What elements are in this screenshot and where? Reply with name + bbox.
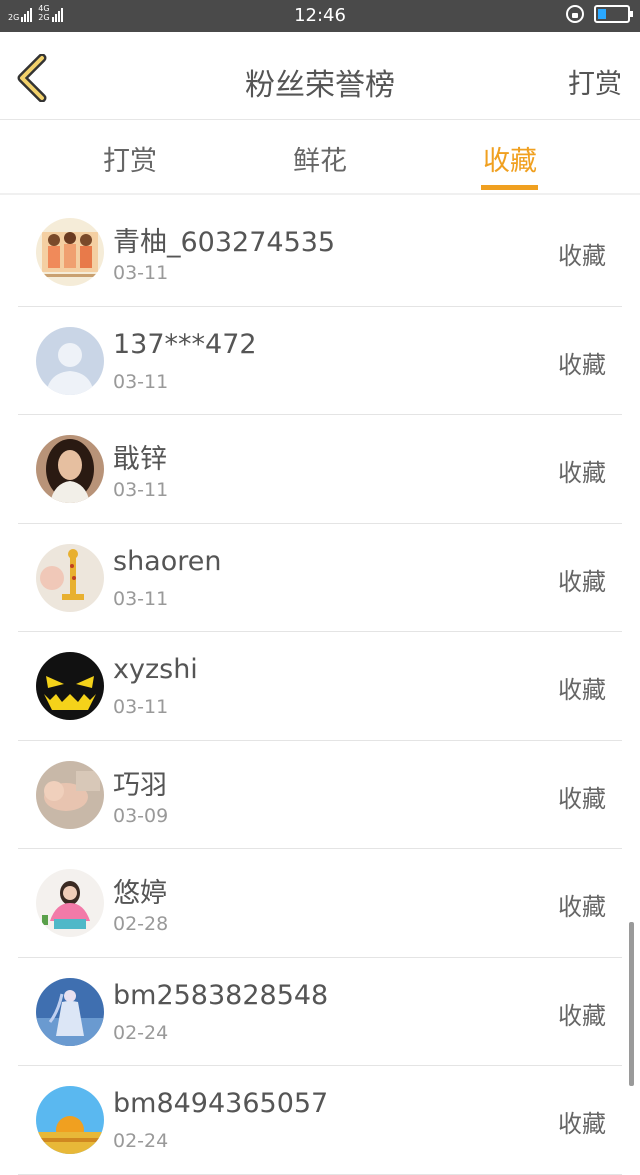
favorite-label: 收藏 [558, 893, 606, 921]
fan-name: bm8494365057 [113, 1088, 329, 1119]
favorite-label: 收藏 [558, 350, 606, 379]
baby-photo-avatar [36, 760, 104, 829]
fan-name: xyzshi [113, 654, 198, 685]
fan-name: 悠婷 [113, 878, 167, 909]
list-item[interactable]: 巧羽 03-09 收藏 [18, 741, 622, 849]
battery-level [598, 9, 606, 19]
reward-button[interactable]: 打赏 [568, 62, 622, 101]
fan-name: shaoren [113, 545, 222, 577]
sunset-avatar [36, 1086, 104, 1154]
favorite-label: 收藏 [558, 784, 606, 813]
battery-icon [594, 5, 633, 23]
default-person-avatar [36, 326, 104, 395]
fan-date: 02-24 [113, 1021, 169, 1044]
scrollbar[interactable] [629, 922, 634, 1086]
list-item[interactable]: 137***472 03-11 收藏 [18, 307, 622, 415]
fan-date: 02-24 [113, 1130, 169, 1152]
pumpkin-face-avatar [36, 652, 104, 720]
fan-list: 青柚_603274535 03-11 收藏 137***472 03-11 收藏… [0, 198, 640, 1175]
fan-date: 03-11 [113, 262, 169, 284]
fan-name: 青柚_603274535 [113, 227, 336, 258]
favorite-label: 收藏 [558, 676, 606, 704]
list-item[interactable]: 悠婷 02-28 收藏 [18, 849, 622, 958]
list-item[interactable]: xyzshi 03-11 收藏 [18, 632, 622, 741]
woman-portrait-avatar [36, 435, 104, 503]
tab-bar: 打赏 鲜花 收藏 [0, 121, 640, 195]
list-item[interactable]: shaoren 03-11 收藏 [18, 524, 622, 632]
list-item[interactable]: 青柚_603274535 03-11 收藏 [18, 198, 622, 307]
list-item[interactable]: bm8494365057 02-24 收藏 [18, 1066, 622, 1175]
app-header: 粉丝荣誉榜 打赏 [0, 32, 640, 120]
page-title: 粉丝荣誉榜 [245, 68, 395, 103]
fan-date: 03-11 [113, 587, 169, 610]
favorite-label: 收藏 [558, 567, 606, 596]
list-item[interactable]: bm2583828548 02-24 收藏 [18, 958, 622, 1066]
fan-name: bm2583828548 [113, 979, 329, 1011]
favorite-label: 收藏 [558, 1110, 606, 1138]
tab-reward[interactable]: 打赏 [70, 139, 190, 178]
status-time: 12:46 [294, 5, 346, 26]
fan-name: 戢锌 [113, 444, 167, 475]
girl-pink-avatar [36, 869, 104, 937]
fan-date: 03-11 [113, 370, 169, 393]
anime-girl-avatar [36, 977, 104, 1046]
group-photo-avatar [36, 218, 104, 286]
favorite-label: 收藏 [558, 1001, 606, 1030]
fan-date: 03-09 [113, 804, 169, 827]
list-item[interactable]: 戢锌 03-11 收藏 [18, 415, 622, 524]
giraffe-toy-avatar [36, 543, 104, 612]
favorite-label: 收藏 [558, 459, 606, 487]
rotation-lock-icon [566, 5, 584, 23]
tab-flowers[interactable]: 鲜花 [260, 139, 380, 178]
active-tab-indicator [481, 185, 538, 190]
fan-name: 137***472 [113, 328, 257, 360]
tab-favorites[interactable]: 收藏 [450, 139, 570, 178]
status-bar: 2G 4G 2G 12:46 [0, 0, 640, 32]
favorite-label: 收藏 [558, 242, 606, 270]
fan-name: 巧羽 [113, 769, 167, 801]
fan-date: 03-11 [113, 696, 169, 718]
fan-date: 03-11 [113, 479, 169, 501]
fan-date: 02-28 [113, 913, 169, 935]
